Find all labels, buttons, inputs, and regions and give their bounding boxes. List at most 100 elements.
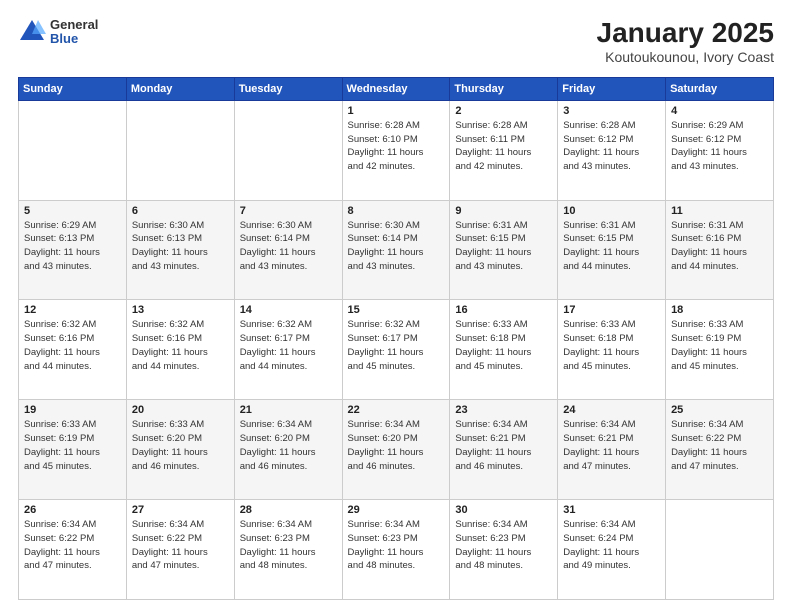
day-info: Sunrise: 6:34 AMSunset: 6:23 PMDaylight:… [348, 519, 424, 571]
calendar-cell: 24Sunrise: 6:34 AMSunset: 6:21 PMDayligh… [558, 400, 666, 500]
calendar-cell: 13Sunrise: 6:32 AMSunset: 6:16 PMDayligh… [126, 300, 234, 400]
calendar-cell: 23Sunrise: 6:34 AMSunset: 6:21 PMDayligh… [450, 400, 558, 500]
calendar-cell: 31Sunrise: 6:34 AMSunset: 6:24 PMDayligh… [558, 500, 666, 600]
day-info: Sunrise: 6:34 AMSunset: 6:20 PMDaylight:… [348, 419, 424, 471]
day-info: Sunrise: 6:33 AMSunset: 6:19 PMDaylight:… [24, 419, 100, 471]
day-number: 22 [348, 404, 445, 416]
calendar-cell: 12Sunrise: 6:32 AMSunset: 6:16 PMDayligh… [19, 300, 127, 400]
day-number: 27 [132, 504, 229, 516]
day-number: 23 [455, 404, 552, 416]
logo-general-text: General [50, 18, 98, 32]
day-info: Sunrise: 6:34 AMSunset: 6:23 PMDaylight:… [455, 519, 531, 571]
day-number: 29 [348, 504, 445, 516]
title-block: January 2025 Koutoukounou, Ivory Coast [597, 18, 774, 65]
calendar-cell: 25 Sunrise: 6:34 AMSunset: 6:22 PMDayligh… [666, 400, 774, 500]
day-info: Sunrise: 6:34 AMSunset: 6:21 PMDaylight:… [563, 419, 639, 471]
day-number: 28 [240, 504, 337, 516]
calendar-body: 1 Sunrise: 6:28 AMSunset: 6:10 PMDaylight… [19, 100, 774, 599]
logo: General Blue [18, 18, 98, 47]
day-number: 8 [348, 205, 445, 217]
calendar-subtitle: Koutoukounou, Ivory Coast [597, 49, 774, 65]
calendar-cell: 29 Sunrise: 6:34 AMSunset: 6:23 PMDayligh… [342, 500, 450, 600]
day-info: Sunrise: 6:30 AMSunset: 6:14 PMDaylight:… [240, 220, 316, 272]
day-number: 16 [455, 304, 552, 316]
calendar-cell: 11 Sunrise: 6:31 AMSunset: 6:16 PMDayligh… [666, 200, 774, 300]
calendar-cell: 28 Sunrise: 6:34 AMSunset: 6:23 PMDayligh… [234, 500, 342, 600]
day-info: Sunrise: 6:28 AMSunset: 6:10 PMDaylight:… [348, 120, 424, 172]
day-number: 25 [671, 404, 768, 416]
day-info: Sunrise: 6:32 AMSunset: 6:17 PMDaylight:… [240, 319, 316, 371]
day-info: Sunrise: 6:31 AMSunset: 6:15 PMDaylight:… [563, 220, 639, 272]
calendar-cell: 1 Sunrise: 6:28 AMSunset: 6:10 PMDaylight… [342, 100, 450, 200]
calendar-cell [234, 100, 342, 200]
day-info: Sunrise: 6:32 AMSunset: 6:16 PMDaylight:… [24, 319, 100, 371]
week-row-3: 12Sunrise: 6:32 AMSunset: 6:16 PMDayligh… [19, 300, 774, 400]
day-info: Sunrise: 6:28 AMSunset: 6:11 PMDaylight:… [455, 120, 531, 172]
week-row-4: 19 Sunrise: 6:33 AMSunset: 6:19 PMDayligh… [19, 400, 774, 500]
day-number: 19 [24, 404, 121, 416]
calendar-cell: 19 Sunrise: 6:33 AMSunset: 6:19 PMDayligh… [19, 400, 127, 500]
calendar-cell: 18 Sunrise: 6:33 AMSunset: 6:19 PMDayligh… [666, 300, 774, 400]
calendar-cell: 7 Sunrise: 6:30 AMSunset: 6:14 PMDaylight… [234, 200, 342, 300]
day-info: Sunrise: 6:29 AMSunset: 6:12 PMDaylight:… [671, 120, 747, 172]
day-info: Sunrise: 6:30 AMSunset: 6:14 PMDaylight:… [348, 220, 424, 272]
day-number: 18 [671, 304, 768, 316]
day-number: 14 [240, 304, 337, 316]
day-number: 11 [671, 205, 768, 217]
day-number: 15 [348, 304, 445, 316]
day-info: Sunrise: 6:34 AMSunset: 6:20 PMDaylight:… [240, 419, 316, 471]
day-number: 3 [563, 105, 660, 117]
calendar-cell: 15 Sunrise: 6:32 AMSunset: 6:17 PMDayligh… [342, 300, 450, 400]
day-number: 30 [455, 504, 552, 516]
day-info: Sunrise: 6:28 AMSunset: 6:12 PMDaylight:… [563, 120, 639, 172]
day-info: Sunrise: 6:32 AMSunset: 6:17 PMDaylight:… [348, 319, 424, 371]
day-number: 2 [455, 105, 552, 117]
calendar-cell: 3 Sunrise: 6:28 AMSunset: 6:12 PMDaylight… [558, 100, 666, 200]
calendar-cell [126, 100, 234, 200]
logo-text: General Blue [50, 18, 98, 47]
calendar-cell [19, 100, 127, 200]
calendar-cell: 6 Sunrise: 6:30 AMSunset: 6:13 PMDaylight… [126, 200, 234, 300]
calendar-table: SundayMondayTuesdayWednesdayThursdayFrid… [18, 77, 774, 600]
calendar-cell: 5 Sunrise: 6:29 AMSunset: 6:13 PMDaylight… [19, 200, 127, 300]
calendar-cell: 17 Sunrise: 6:33 AMSunset: 6:18 PMDayligh… [558, 300, 666, 400]
day-number: 13 [132, 304, 229, 316]
day-info: Sunrise: 6:34 AMSunset: 6:22 PMDaylight:… [671, 419, 747, 471]
day-header-saturday: Saturday [666, 77, 774, 100]
day-header-sunday: Sunday [19, 77, 127, 100]
calendar-cell: 8 Sunrise: 6:30 AMSunset: 6:14 PMDaylight… [342, 200, 450, 300]
day-info: Sunrise: 6:33 AMSunset: 6:20 PMDaylight:… [132, 419, 208, 471]
calendar-cell: 26 Sunrise: 6:34 AMSunset: 6:22 PMDayligh… [19, 500, 127, 600]
calendar-cell: 27Sunrise: 6:34 AMSunset: 6:22 PMDayligh… [126, 500, 234, 600]
logo-blue-text: Blue [50, 32, 98, 46]
day-info: Sunrise: 6:34 AMSunset: 6:23 PMDaylight:… [240, 519, 316, 571]
logo-icon [18, 18, 46, 46]
day-info: Sunrise: 6:29 AMSunset: 6:13 PMDaylight:… [24, 220, 100, 272]
day-info: Sunrise: 6:34 AMSunset: 6:22 PMDaylight:… [24, 519, 100, 571]
day-header-thursday: Thursday [450, 77, 558, 100]
day-info: Sunrise: 6:33 AMSunset: 6:19 PMDaylight:… [671, 319, 747, 371]
day-header-tuesday: Tuesday [234, 77, 342, 100]
day-number: 6 [132, 205, 229, 217]
day-number: 4 [671, 105, 768, 117]
day-number: 17 [563, 304, 660, 316]
day-number: 1 [348, 105, 445, 117]
week-row-5: 26 Sunrise: 6:34 AMSunset: 6:22 PMDayligh… [19, 500, 774, 600]
day-number: 9 [455, 205, 552, 217]
day-number: 31 [563, 504, 660, 516]
calendar-header: SundayMondayTuesdayWednesdayThursdayFrid… [19, 77, 774, 100]
day-number: 20 [132, 404, 229, 416]
calendar-cell: 20 Sunrise: 6:33 AMSunset: 6:20 PMDayligh… [126, 400, 234, 500]
page: General Blue January 2025 Koutoukounou, … [0, 0, 792, 612]
day-info: Sunrise: 6:31 AMSunset: 6:16 PMDaylight:… [671, 220, 747, 272]
day-header-wednesday: Wednesday [342, 77, 450, 100]
calendar-title: January 2025 [597, 18, 774, 49]
calendar-cell: 2 Sunrise: 6:28 AMSunset: 6:11 PMDaylight… [450, 100, 558, 200]
day-number: 5 [24, 205, 121, 217]
day-info: Sunrise: 6:33 AMSunset: 6:18 PMDaylight:… [563, 319, 639, 371]
day-number: 7 [240, 205, 337, 217]
week-row-2: 5 Sunrise: 6:29 AMSunset: 6:13 PMDaylight… [19, 200, 774, 300]
day-number: 26 [24, 504, 121, 516]
day-info: Sunrise: 6:30 AMSunset: 6:13 PMDaylight:… [132, 220, 208, 272]
calendar-cell: 16Sunrise: 6:33 AMSunset: 6:18 PMDayligh… [450, 300, 558, 400]
